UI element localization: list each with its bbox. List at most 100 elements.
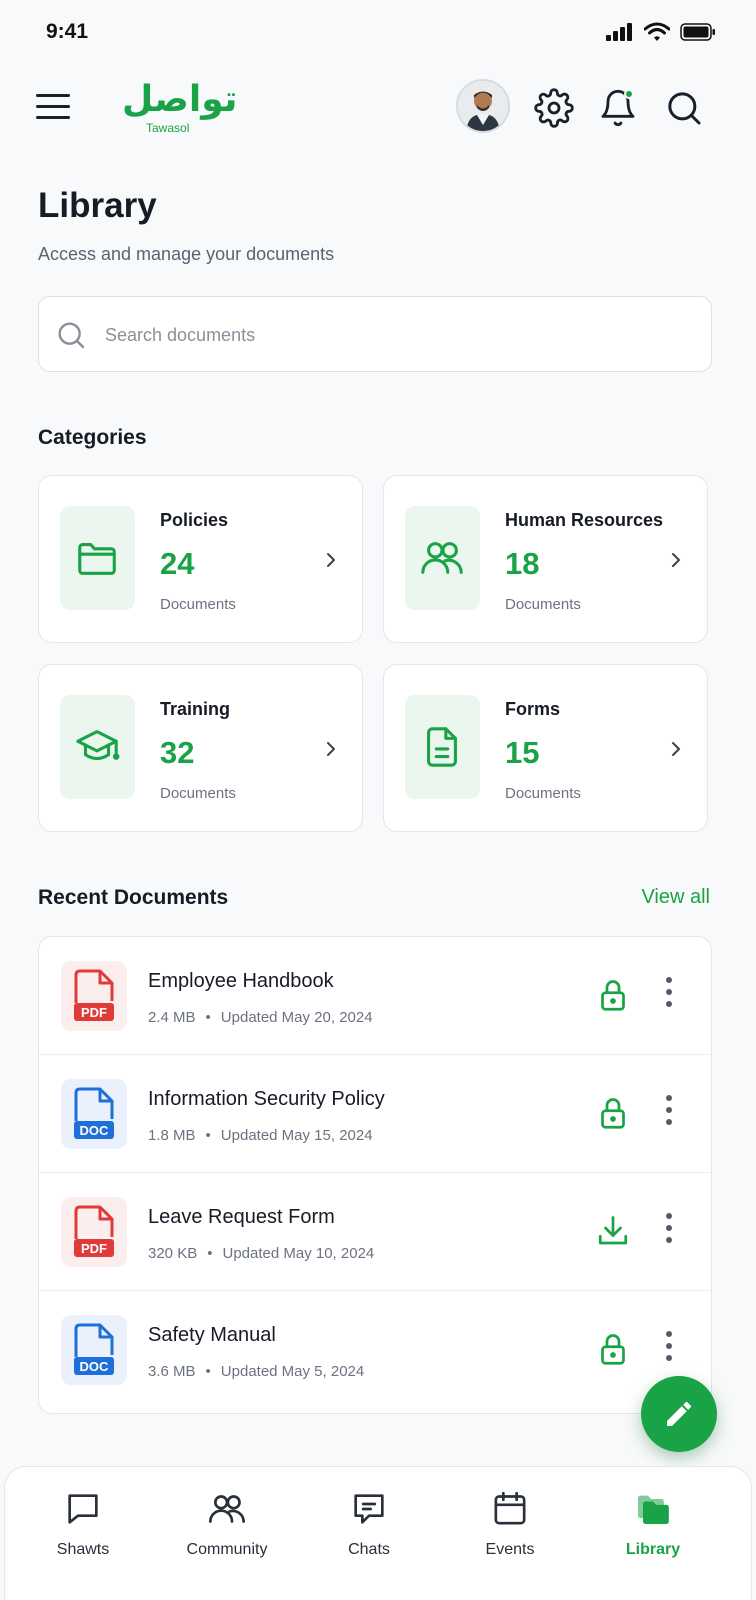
users-icon: [421, 542, 463, 574]
document-size: 320 KB: [148, 1245, 198, 1262]
category-card-human-resources[interactable]: Human Resources 18 Documents: [383, 475, 708, 643]
search-button[interactable]: [664, 88, 704, 128]
category-icon-box: [60, 506, 135, 610]
status-time: 9:41: [46, 20, 89, 43]
category-name: Training: [160, 699, 231, 719]
status-icons: [606, 22, 716, 42]
lock-icon[interactable]: [595, 975, 631, 1015]
chat-icon: [354, 1494, 384, 1524]
more-options-button[interactable]: [659, 977, 679, 1013]
nav-item-chats[interactable]: Chats: [299, 1489, 439, 1579]
nav-label: Events: [485, 1541, 535, 1558]
recent-documents-list: PDF Employee Handbook 2.4 MB • Updated May…: [38, 936, 712, 1414]
view-all-link[interactable]: View all: [641, 886, 710, 909]
compose-fab[interactable]: [641, 1376, 717, 1452]
category-name: Forms: [505, 699, 561, 719]
document-size: 2.4 MB: [148, 1009, 196, 1026]
menu-button[interactable]: [36, 94, 70, 122]
category-icon-box: [405, 695, 480, 799]
category-count: 15: [505, 735, 540, 770]
document-meta: 1.8 MB • Updated May 15, 2024: [148, 1127, 373, 1144]
message-square-icon: [68, 1494, 98, 1524]
document-updated: Updated May 20, 2024: [220, 1009, 373, 1026]
document-updated: Updated May 10, 2024: [222, 1245, 375, 1262]
category-unit: Documents: [160, 596, 236, 613]
file-type-badge: PDF: [81, 1005, 107, 1020]
nav-item-events[interactable]: Events: [440, 1489, 580, 1579]
app-header: تواصل Tawasol: [0, 76, 756, 140]
nav-item-library[interactable]: Library: [583, 1489, 723, 1579]
gear-icon: [534, 88, 574, 128]
nav-label: Community: [186, 1541, 268, 1558]
search-icon: [668, 92, 701, 125]
download-icon[interactable]: [595, 1211, 631, 1251]
document-size: 3.6 MB: [148, 1363, 196, 1380]
settings-button[interactable]: [534, 88, 574, 128]
nav-item-shawts[interactable]: Shawts: [13, 1489, 153, 1579]
document-name: Safety Manual: [148, 1324, 276, 1346]
document-size: 1.8 MB: [148, 1127, 196, 1144]
category-card-training[interactable]: Training 32 Documents: [38, 664, 363, 832]
more-options-button[interactable]: [659, 1095, 679, 1131]
document-meta: 320 KB • Updated May 10, 2024: [148, 1245, 374, 1262]
meta-separator: •: [205, 1127, 211, 1144]
bottom-navigation: Shawts Community Chats Events Library: [4, 1466, 752, 1600]
document-name: Leave Request Form: [148, 1206, 335, 1228]
notifications-button[interactable]: [598, 88, 638, 128]
category-unit: Documents: [160, 785, 236, 802]
wifi-icon: [644, 22, 670, 41]
search-input[interactable]: [105, 315, 685, 355]
nav-item-community[interactable]: Community: [157, 1489, 297, 1579]
status-bar: 9:41: [0, 0, 756, 66]
meta-separator: •: [205, 1363, 211, 1380]
category-card-forms[interactable]: Forms 15 Documents: [383, 664, 708, 832]
category-card-policies[interactable]: Policies 24 Documents: [38, 475, 363, 643]
document-updated: Updated May 15, 2024: [220, 1127, 373, 1144]
brand-arabic-wordmark: تواصل: [122, 79, 238, 120]
search-bar: [38, 296, 712, 372]
page-subtitle: Access and manage your documents: [38, 244, 335, 264]
category-icon-box: [405, 506, 480, 610]
nav-label: Library: [625, 1541, 681, 1558]
document-row-safety-manual[interactable]: DOC Safety Manual 3.6 MB • Updated May 5, …: [39, 1291, 711, 1409]
category-name: Human Resources: [505, 510, 664, 530]
lock-icon[interactable]: [595, 1329, 631, 1369]
notification-dot: [624, 89, 634, 99]
document-name: Information Security Policy: [148, 1088, 385, 1110]
pencil-icon: [667, 1401, 692, 1426]
category-unit: Documents: [505, 785, 581, 802]
category-icon-box: [60, 695, 135, 799]
category-unit: Documents: [505, 596, 581, 613]
pdf-file-icon: PDF: [61, 1197, 127, 1267]
pdf-file-icon: PDF: [61, 961, 127, 1031]
document-meta: 3.6 MB • Updated May 5, 2024: [148, 1363, 364, 1380]
file-type-badge: DOC: [80, 1359, 110, 1374]
document-row-information-security-policy[interactable]: DOC Information Security Policy 1.8 MB • U…: [39, 1055, 711, 1173]
avatar[interactable]: [456, 79, 510, 133]
category-count: 32: [160, 735, 195, 770]
document-updated: Updated May 5, 2024: [220, 1363, 365, 1380]
brand-latin-wordmark: Tawasol: [146, 121, 190, 135]
document-row-employee-handbook[interactable]: PDF Employee Handbook 2.4 MB • Updated May…: [39, 937, 711, 1055]
document-name: Employee Handbook: [148, 970, 334, 992]
category-count: 24: [160, 546, 195, 581]
calendar-icon: [494, 1491, 526, 1525]
file-type-badge: DOC: [80, 1123, 110, 1138]
hamburger-line: [36, 116, 70, 119]
chevron-right-icon: [672, 553, 680, 567]
folder-icon: [78, 543, 116, 575]
meta-separator: •: [205, 1009, 211, 1026]
brand-logo: تواصل Tawasol: [122, 80, 242, 136]
more-options-button[interactable]: [659, 1213, 679, 1249]
hamburger-line: [36, 94, 70, 97]
user-avatar-icon: [458, 81, 508, 131]
doc-file-icon: DOC: [61, 1315, 127, 1385]
more-options-button[interactable]: [659, 1331, 679, 1367]
lock-icon[interactable]: [595, 1093, 631, 1133]
hamburger-line: [36, 105, 70, 108]
document-row-leave-request-form[interactable]: PDF Leave Request Form 320 KB • Updated Ma…: [39, 1173, 711, 1291]
page-title: Library: [38, 186, 157, 225]
battery-icon: [680, 23, 715, 41]
cellular-signal-icon: [606, 23, 632, 41]
document-meta: 2.4 MB • Updated May 20, 2024: [148, 1009, 373, 1026]
